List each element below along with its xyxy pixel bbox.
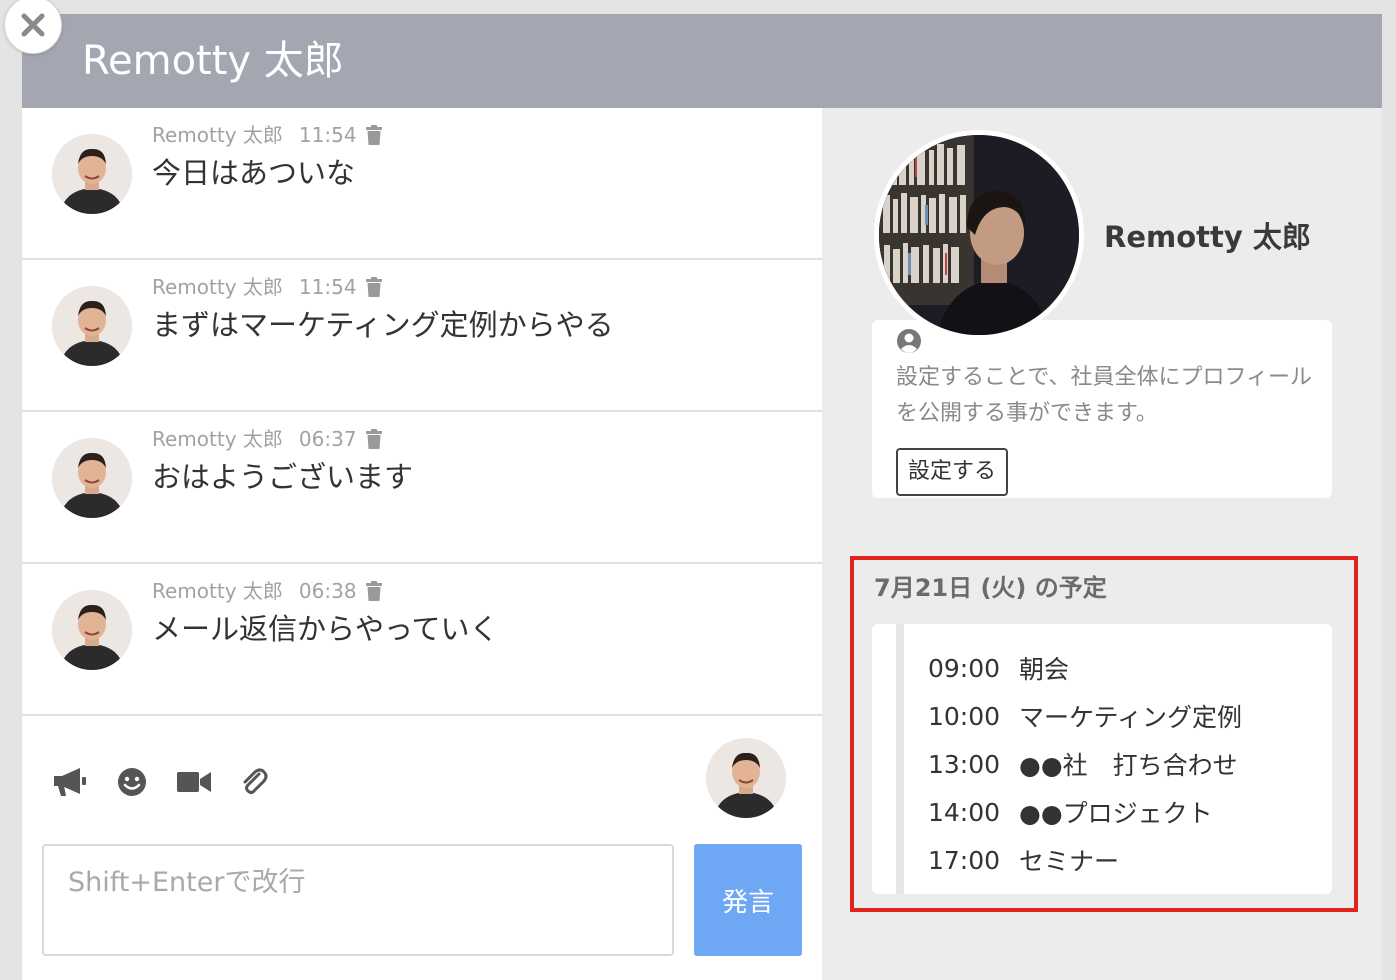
trash-icon[interactable] <box>365 277 383 297</box>
user-modal: Remotty 太郎 Remotty 太郎 11:54 今日はあついな Remo… <box>22 14 1382 980</box>
avatar[interactable] <box>52 286 132 366</box>
message-meta: Remotty 太郎 06:38 <box>152 578 383 604</box>
video-camera-icon[interactable] <box>174 762 214 802</box>
trash-icon[interactable] <box>365 125 383 145</box>
profile-photo <box>874 130 1084 340</box>
schedule-event: 朝会 <box>1019 655 1070 684</box>
profile-name: Remotty 太郎 <box>1104 220 1311 254</box>
schedule-event: セミナー <box>1019 847 1120 876</box>
schedule-time: 14:00 <box>928 797 1001 827</box>
schedule-divider <box>896 624 904 894</box>
schedule-event: マーケティング定例 <box>1019 703 1243 732</box>
schedule-time: 10:00 <box>928 701 1001 731</box>
message-author: Remotty 太郎 <box>152 427 283 451</box>
message-item: Remotty 太郎 11:54 今日はあついな <box>22 108 822 260</box>
message-author: Remotty 太郎 <box>152 579 283 603</box>
schedule-time: 09:00 <box>928 653 1001 683</box>
avatar[interactable] <box>52 438 132 518</box>
profile-card: 設定することで、社員全体にプロフィールを公開する事ができます。 設定する <box>872 320 1332 498</box>
user-circle-icon <box>896 328 922 358</box>
message-meta: Remotty 太郎 06:37 <box>152 426 383 452</box>
message-time: 06:37 <box>298 427 357 451</box>
schedule-highlight: 7月21日 (火) の予定 09:00 朝会 10:00 マーケティング定例 1… <box>850 556 1358 912</box>
schedule-item: 10:00 マーケティング定例 <box>928 692 1242 740</box>
megaphone-icon[interactable] <box>50 762 90 802</box>
schedule-list: 09:00 朝会 10:00 マーケティング定例 13:00 ●●社 打ち合わせ… <box>928 644 1242 884</box>
message-author: Remotty 太郎 <box>152 275 283 299</box>
message-time: 11:54 <box>298 275 357 299</box>
schedule-time: 17:00 <box>928 845 1001 875</box>
profile-setup-button[interactable]: 設定する <box>896 448 1009 496</box>
close-icon <box>21 13 45 37</box>
trash-icon[interactable] <box>365 429 383 449</box>
schedule-item: 13:00 ●●社 打ち合わせ <box>928 740 1242 788</box>
message-meta: Remotty 太郎 11:54 <box>152 122 383 148</box>
message-text: まずはマーケティング定例からやる <box>152 308 614 342</box>
schedule-time: 13:00 <box>928 749 1001 779</box>
trash-icon[interactable] <box>365 581 383 601</box>
modal-title: Remotty 太郎 <box>82 38 344 84</box>
profile-description: 設定することで、社員全体にプロフィールを公開する事ができます。 <box>896 365 1313 426</box>
composer: 発言 <box>22 722 822 980</box>
message-text: おはようございます <box>152 460 414 494</box>
schedule-item: 14:00 ●●プロジェクト <box>928 788 1242 836</box>
message-text: メール返信からやっていく <box>152 612 499 646</box>
message-meta: Remotty 太郎 11:54 <box>152 274 383 300</box>
chat-panel: Remotty 太郎 11:54 今日はあついな Remotty 太郎 11:5… <box>22 108 822 980</box>
schedule-item: 17:00 セミナー <box>928 836 1242 884</box>
modal-header: Remotty 太郎 <box>22 14 1382 108</box>
schedule-card: 09:00 朝会 10:00 マーケティング定例 13:00 ●●社 打ち合わせ… <box>872 624 1332 894</box>
smiley-icon[interactable] <box>112 762 152 802</box>
schedule-event: ●●社 打ち合わせ <box>1019 751 1238 780</box>
paperclip-icon[interactable] <box>234 762 274 802</box>
message-item: Remotty 太郎 11:54 まずはマーケティング定例からやる <box>22 260 822 412</box>
avatar[interactable] <box>52 134 132 214</box>
schedule-title: 7月21日 (火) の予定 <box>874 574 1107 602</box>
message-author: Remotty 太郎 <box>152 123 283 147</box>
schedule-event: ●●プロジェクト <box>1019 799 1213 828</box>
send-button[interactable]: 発言 <box>694 844 802 956</box>
current-user-avatar[interactable] <box>706 738 786 818</box>
avatar[interactable] <box>52 590 132 670</box>
message-input[interactable] <box>42 844 674 956</box>
message-time: 06:38 <box>298 579 357 603</box>
profile-sidebar: Remotty 太郎 設定することで、社員全体にプロフィールを公開する事ができま… <box>822 108 1382 980</box>
message-item: Remotty 太郎 06:38 メール返信からやっていく <box>22 564 822 716</box>
schedule-item: 09:00 朝会 <box>928 644 1242 692</box>
message-time: 11:54 <box>298 123 357 147</box>
message-text: 今日はあついな <box>152 156 356 190</box>
message-item: Remotty 太郎 06:37 おはようございます <box>22 412 822 564</box>
